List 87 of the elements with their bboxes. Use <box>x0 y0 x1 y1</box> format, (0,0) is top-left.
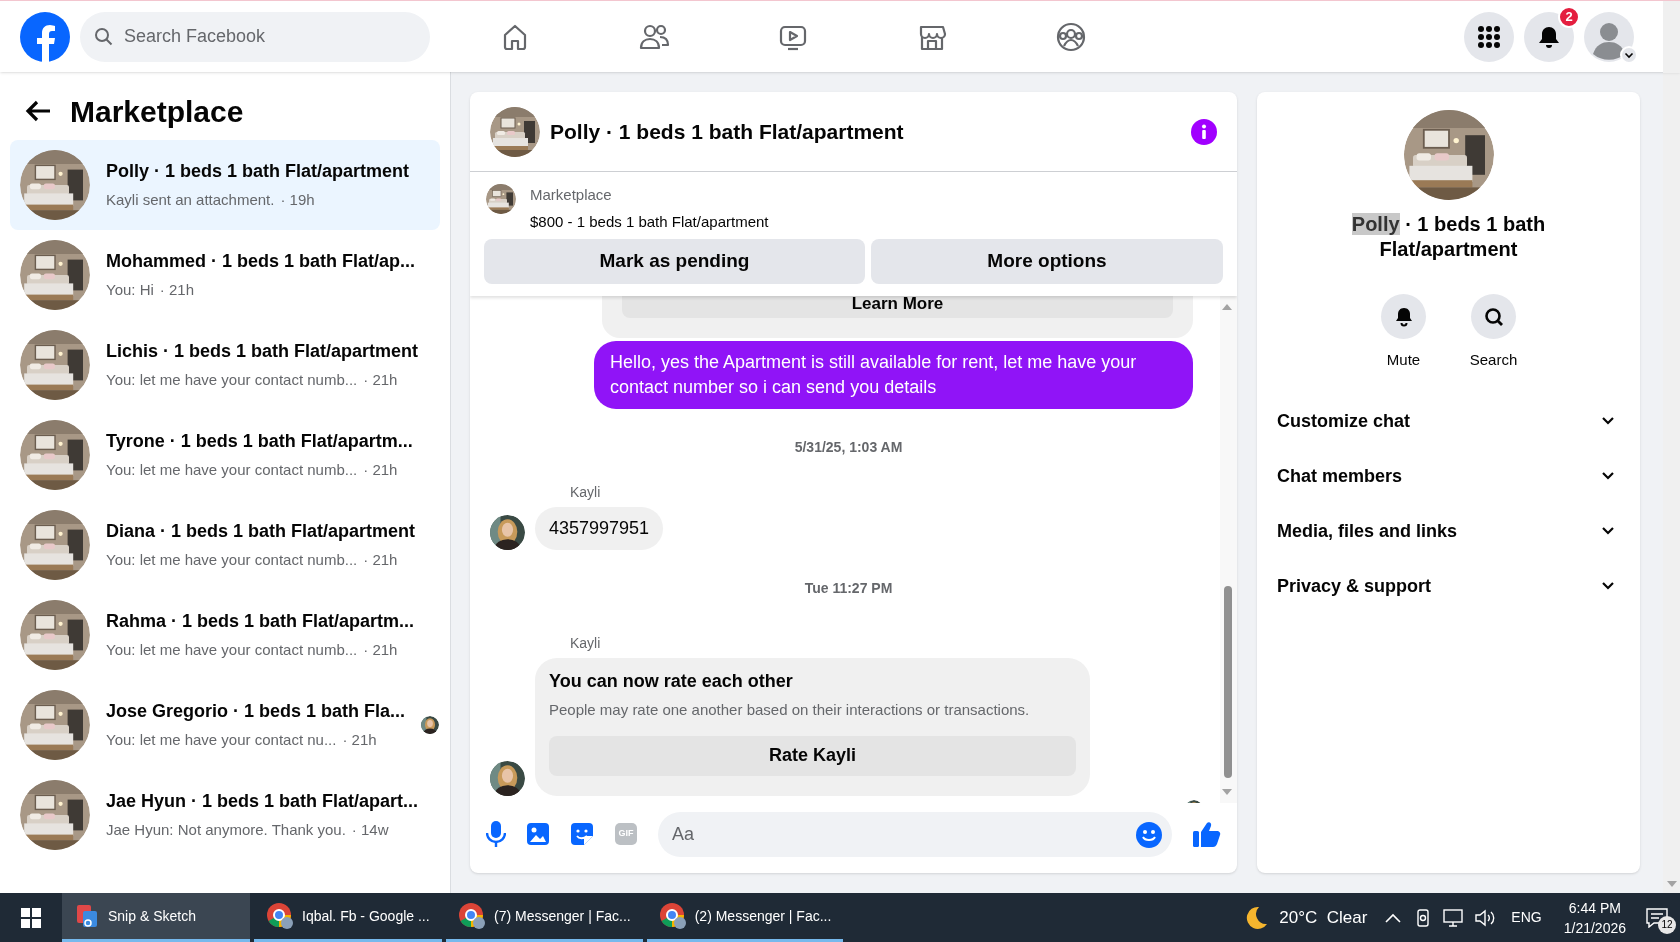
rate-button[interactable]: Rate Kayli <box>549 735 1076 776</box>
sticker-icon[interactable] <box>570 822 594 846</box>
taskbar-app[interactable]: Snip & Sketch <box>62 893 250 942</box>
sender-name: Kayli <box>570 634 602 653</box>
message-time: · 21h <box>363 640 398 661</box>
section-row[interactable]: Privacy & support <box>1265 558 1632 614</box>
section-row[interactable]: Media, files and links <box>1265 503 1632 559</box>
card-title: You can now rate each other <box>549 670 794 693</box>
chat-title: Polly · 1 beds 1 bath Flat/apartment <box>550 118 904 145</box>
chrome-icon <box>458 902 486 930</box>
message-time: · 21h <box>159 280 194 301</box>
message-time: · 21h <box>363 550 398 571</box>
grid-icon <box>1478 25 1500 48</box>
scissors-icon <box>74 903 100 929</box>
chevron-icon <box>1602 417 1614 425</box>
search-field[interactable]: Search Facebook <box>80 11 430 62</box>
message-preview: Jae Hyun: Not anymore. Thank you. <box>106 820 346 841</box>
message-time: · 21h <box>342 730 377 751</box>
notification-badge: 2 <box>1558 5 1580 28</box>
back-arrow-icon[interactable] <box>24 99 52 123</box>
message-preview: You: let me have your contact numb... <box>106 370 358 391</box>
action-button[interactable]: Mark as pending <box>484 239 865 284</box>
conversation-name: Jae Hyun · 1 beds 1 bath Flat/apart... <box>106 790 419 814</box>
section-row[interactable]: Customize chat <box>1265 393 1632 449</box>
action-button[interactable]: More options <box>871 239 1223 284</box>
message-preview: Kayli sent an attachment. <box>106 190 275 211</box>
listing-source: Marketplace <box>530 185 613 205</box>
emoji-icon[interactable] <box>1136 821 1162 848</box>
message-preview: You: let me have your contact nu... <box>106 730 337 751</box>
timestamp: 5/31/25, 1:03 AM <box>794 438 903 457</box>
thumbs-up-icon[interactable] <box>1193 821 1221 847</box>
message-field[interactable]: Aa <box>658 811 1172 857</box>
device-icon[interactable] <box>1415 908 1432 927</box>
message-preview: You: let me have your contact numb... <box>106 550 358 571</box>
search-icon <box>94 26 114 47</box>
page-title: Marketplace <box>70 93 244 130</box>
conversation-title: Polly · 1 beds 1 bath Flat/apartment <box>1350 212 1547 262</box>
message-preview: You: Hi <box>106 280 154 301</box>
notification-count: 12 <box>1658 915 1676 934</box>
microphone-icon[interactable] <box>486 821 506 847</box>
conversation-name: Lichis · 1 beds 1 bath Flat/apartment <box>106 340 419 364</box>
incoming-message: 4357997951 <box>535 507 664 550</box>
network-icon[interactable] <box>1443 908 1464 927</box>
sender-name: Kayli <box>570 483 602 502</box>
notifications-button[interactable] <box>1524 11 1574 62</box>
outgoing-message: Hello, yes the Apartment is still available for rent, let me have your contact number so i can send you details <box>594 341 1193 409</box>
action-label: Mute <box>1386 350 1421 370</box>
message-time: · 19h <box>280 190 315 211</box>
section-row[interactable]: Chat members <box>1265 448 1632 504</box>
chevron-icon <box>1602 472 1614 480</box>
timestamp: Tue 11:27 PM <box>804 579 893 598</box>
message-time: · 21h <box>363 460 398 481</box>
windows-icon <box>21 907 41 928</box>
search-button[interactable] <box>1471 294 1516 339</box>
conversation-name: Jose Gregorio · 1 beds 1 bath Fla... <box>106 700 406 724</box>
image-icon[interactable] <box>527 823 549 845</box>
conversation-name: Diana · 1 beds 1 bath Flat/apartment <box>106 520 416 544</box>
bell-icon <box>1537 24 1561 49</box>
clock-time[interactable]: 6:44 PM <box>1568 897 1621 918</box>
message-preview: You: let me have your contact numb... <box>106 460 358 481</box>
mute-button[interactable] <box>1381 294 1426 339</box>
message-time: · 14w <box>351 820 389 841</box>
language-indicator[interactable]: ENG <box>1511 907 1542 928</box>
conversation-name: Tyrone · 1 beds 1 bath Flat/apartm... <box>106 430 413 454</box>
conversation-item[interactable]: Polly · 1 beds 1 bath Flat/apartment Kayli sent an attachment. · 19h <box>10 140 440 230</box>
scrollbar-thumb[interactable] <box>1224 586 1232 778</box>
chrome-icon <box>658 902 687 930</box>
action-label: Search <box>1469 350 1518 370</box>
listing-summary: $800 - 1 beds 1 bath Flat/apartment <box>530 211 769 232</box>
conversation-name: Mohammed · 1 beds 1 bath Flat/ap... <box>106 250 416 274</box>
facebook-logo-icon[interactable] <box>20 11 70 62</box>
conversation-name: Rahma · 1 beds 1 bath Flat/apartm... <box>106 610 415 634</box>
clock-date[interactable]: 1/21/2026 <box>1563 917 1626 938</box>
menu-button[interactable] <box>1464 11 1514 62</box>
weather-text: 20°C Clear <box>1279 906 1368 929</box>
chevron-icon <box>1602 582 1614 590</box>
message-time: · 21h <box>363 370 398 391</box>
card-text: People may rate one another based on their interactions or transactions. <box>549 700 1031 720</box>
conversation-name: Polly · 1 beds 1 bath Flat/apartment <box>106 160 410 184</box>
chevron-up-icon[interactable] <box>1385 912 1402 923</box>
chrome-icon <box>266 902 294 930</box>
groups-icon <box>1055 20 1087 53</box>
caret-icon[interactable] <box>1620 45 1638 64</box>
message-preview: You: let me have your contact numb... <box>106 640 358 661</box>
learn-more-button[interactable]: Learn More <box>622 296 1173 318</box>
chevron-icon <box>1602 527 1614 535</box>
info-icon[interactable] <box>1191 118 1217 145</box>
